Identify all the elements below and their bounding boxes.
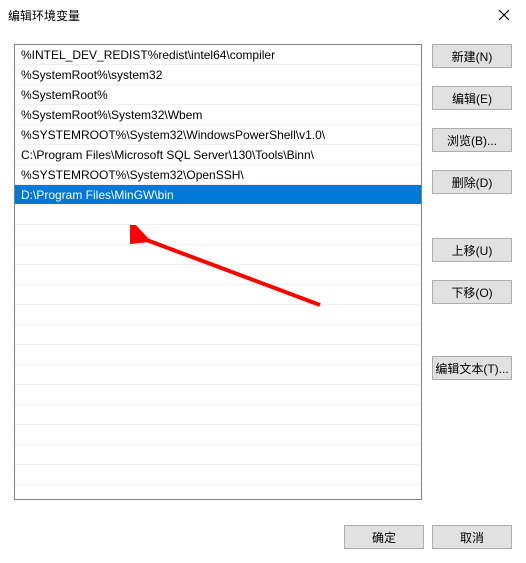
edit-button[interactable]: 编辑(E)	[432, 86, 512, 110]
list-item[interactable]: %SystemRoot%\System32\Wbem	[15, 105, 421, 125]
list-item-empty[interactable]	[15, 225, 421, 245]
move-up-button[interactable]: 上移(U)	[432, 238, 512, 262]
list-item-empty[interactable]	[15, 385, 421, 405]
dialog-content: %INTEL_DEV_REDIST%redist\intel64\compile…	[0, 30, 526, 563]
ok-button[interactable]: 确定	[344, 525, 424, 549]
titlebar: 编辑环境变量	[0, 0, 526, 30]
list-item[interactable]: %SystemRoot%	[15, 85, 421, 105]
list-item-empty[interactable]	[15, 325, 421, 345]
list-item-empty[interactable]	[15, 465, 421, 485]
edit-text-button[interactable]: 编辑文本(T)...	[432, 356, 512, 380]
list-item-empty[interactable]	[15, 245, 421, 265]
browse-button[interactable]: 浏览(B)...	[432, 128, 512, 152]
list-item-selected[interactable]: D:\Program Files\MinGW\bin	[15, 185, 421, 205]
list-item-empty[interactable]	[15, 345, 421, 365]
list-item-empty[interactable]	[15, 265, 421, 285]
list-item[interactable]: %SystemRoot%\system32	[15, 65, 421, 85]
list-item[interactable]: %SYSTEMROOT%\System32\WindowsPowerShell\…	[15, 125, 421, 145]
delete-button[interactable]: 删除(D)	[432, 170, 512, 194]
list-item-empty[interactable]	[15, 285, 421, 305]
button-sidebar: 新建(N) 编辑(E) 浏览(B)... 删除(D) 上移(U) 下移(O) 编…	[432, 44, 512, 500]
close-button[interactable]	[481, 0, 526, 30]
window-title: 编辑环境变量	[8, 7, 481, 24]
list-item-empty[interactable]	[15, 445, 421, 465]
new-button[interactable]: 新建(N)	[432, 44, 512, 68]
list-item[interactable]: %SYSTEMROOT%\System32\OpenSSH\	[15, 165, 421, 185]
list-item-empty[interactable]	[15, 205, 421, 225]
close-icon	[498, 9, 510, 21]
main-area: %INTEL_DEV_REDIST%redist\intel64\compile…	[14, 44, 512, 500]
list-item-empty[interactable]	[15, 405, 421, 425]
list-item-empty[interactable]	[15, 305, 421, 325]
list-item[interactable]: C:\Program Files\Microsoft SQL Server\13…	[15, 145, 421, 165]
list-item[interactable]: %INTEL_DEV_REDIST%redist\intel64\compile…	[15, 45, 421, 65]
path-list[interactable]: %INTEL_DEV_REDIST%redist\intel64\compile…	[14, 44, 422, 500]
footer-buttons: 确定 取消	[344, 525, 512, 549]
cancel-button[interactable]: 取消	[432, 525, 512, 549]
list-item-empty[interactable]	[15, 425, 421, 445]
move-down-button[interactable]: 下移(O)	[432, 280, 512, 304]
list-item-empty[interactable]	[15, 365, 421, 385]
